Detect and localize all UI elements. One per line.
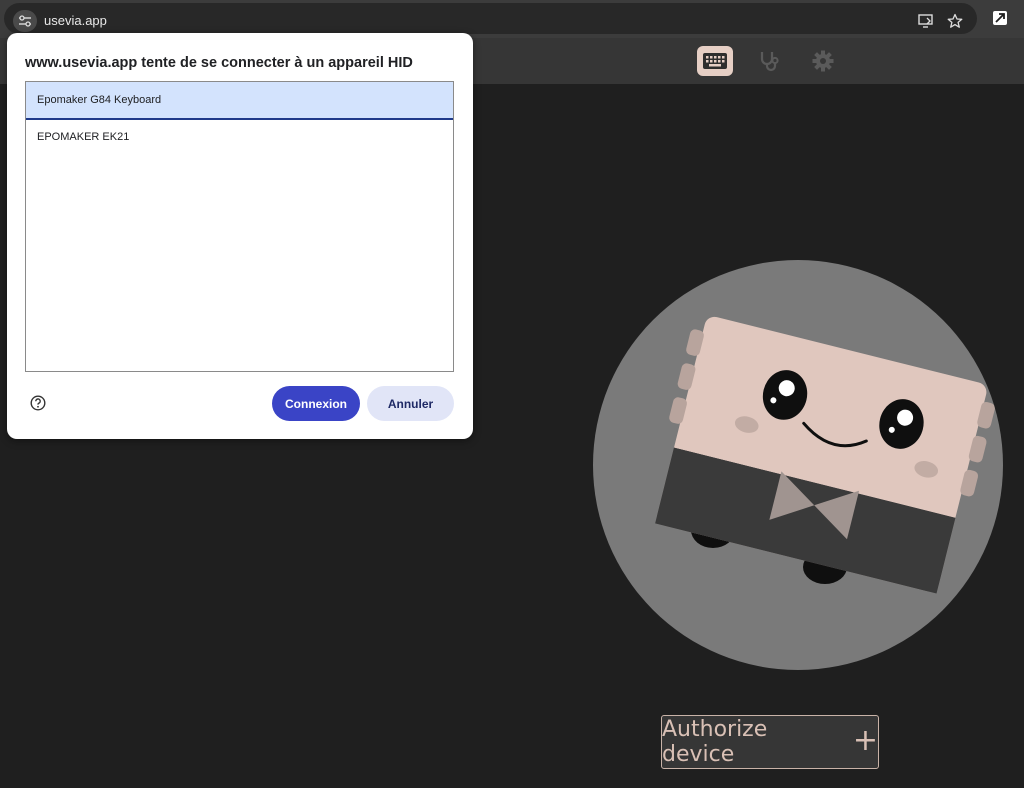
keyboard-icon bbox=[703, 53, 727, 69]
dialog-title: www.usevia.app tente de se connecter à u… bbox=[25, 55, 413, 71]
extension-icon[interactable] bbox=[991, 9, 1009, 27]
bookmark-star-icon[interactable] bbox=[945, 12, 965, 30]
stethoscope-icon bbox=[760, 52, 779, 72]
tune-icon bbox=[19, 15, 31, 27]
install-app-icon[interactable] bbox=[916, 12, 936, 30]
nav-settings[interactable] bbox=[805, 46, 841, 76]
url-text[interactable]: usevia.app bbox=[44, 13, 107, 28]
keyboard-mascot-illustration bbox=[593, 260, 1003, 670]
hid-permission-dialog: www.usevia.app tente de se connecter à u… bbox=[7, 33, 473, 439]
authorize-device-button[interactable]: Authorize device + bbox=[661, 715, 879, 769]
address-bar[interactable]: usevia.app bbox=[4, 3, 977, 34]
cancel-button[interactable]: Annuler bbox=[367, 386, 454, 421]
gear-icon bbox=[812, 50, 834, 72]
connect-button[interactable]: Connexion bbox=[272, 386, 360, 421]
authorize-device-label: Authorize device bbox=[662, 717, 768, 767]
nav-configure[interactable] bbox=[697, 46, 733, 76]
help-icon[interactable] bbox=[30, 395, 46, 411]
nav-test[interactable] bbox=[751, 46, 787, 76]
device-list[interactable]: Epomaker G84 Keyboard EPOMAKER EK21 bbox=[25, 81, 454, 372]
site-info-button[interactable] bbox=[13, 10, 37, 32]
device-item-epomaker-ek21[interactable]: EPOMAKER EK21 bbox=[26, 118, 453, 156]
plus-icon: + bbox=[852, 722, 878, 758]
device-item-epomaker-g84[interactable]: Epomaker G84 Keyboard bbox=[26, 82, 453, 120]
